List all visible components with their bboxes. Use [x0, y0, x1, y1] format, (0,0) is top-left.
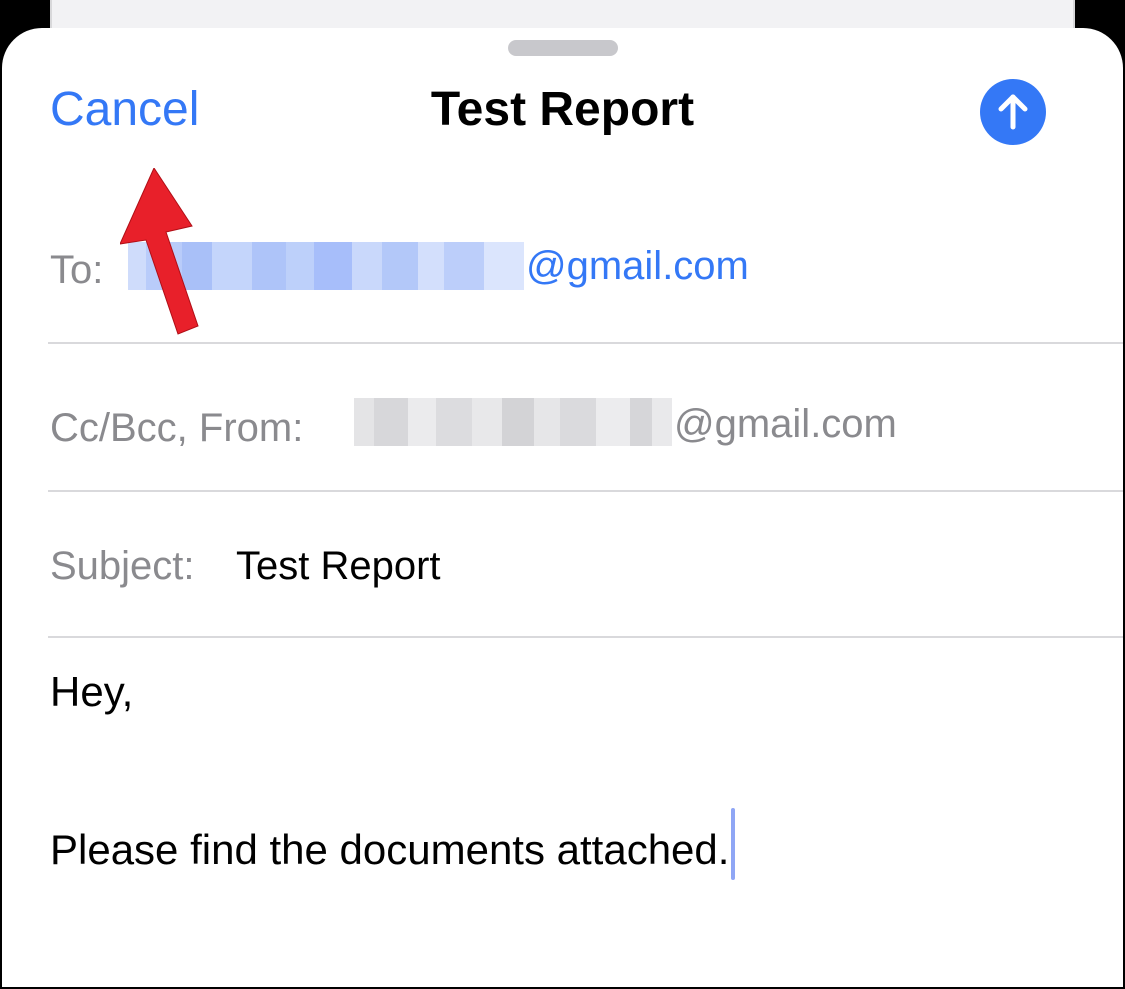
subject-input[interactable]: Test Report: [236, 544, 441, 589]
cc-bcc-from-label: Cc/Bcc, From:: [50, 406, 304, 450]
to-label: To:: [50, 248, 104, 292]
from-email-redacted: [354, 398, 672, 446]
mail-compose-sheet: Test Report Cancel To: @gmail.com Cc/Bcc…: [2, 28, 1123, 987]
body-message-text: Please find the documents attached.: [50, 826, 730, 873]
subject-label: Subject:: [50, 544, 195, 588]
cancel-button[interactable]: Cancel: [50, 80, 199, 140]
cc-bcc-from-field-row[interactable]: Cc/Bcc, From: @gmail.com: [48, 342, 1123, 492]
body-greeting-line: Hey,: [50, 668, 134, 715]
sheet-grabber-handle[interactable]: [508, 40, 618, 56]
send-button[interactable]: [980, 79, 1046, 145]
from-email-domain: @gmail.com: [674, 402, 897, 446]
subject-field-row[interactable]: Subject: Test Report: [48, 490, 1123, 638]
arrow-up-icon: [998, 94, 1028, 130]
to-field-row[interactable]: To: @gmail.com: [48, 200, 1123, 344]
text-cursor: [731, 808, 736, 880]
to-email-domain: @gmail.com: [526, 244, 749, 288]
body-message-line: Please find the documents attached.: [50, 808, 736, 880]
message-body-editor[interactable]: Hey, Please find the documents attached.: [50, 638, 1090, 958]
recipient-email-redacted: [128, 242, 524, 290]
